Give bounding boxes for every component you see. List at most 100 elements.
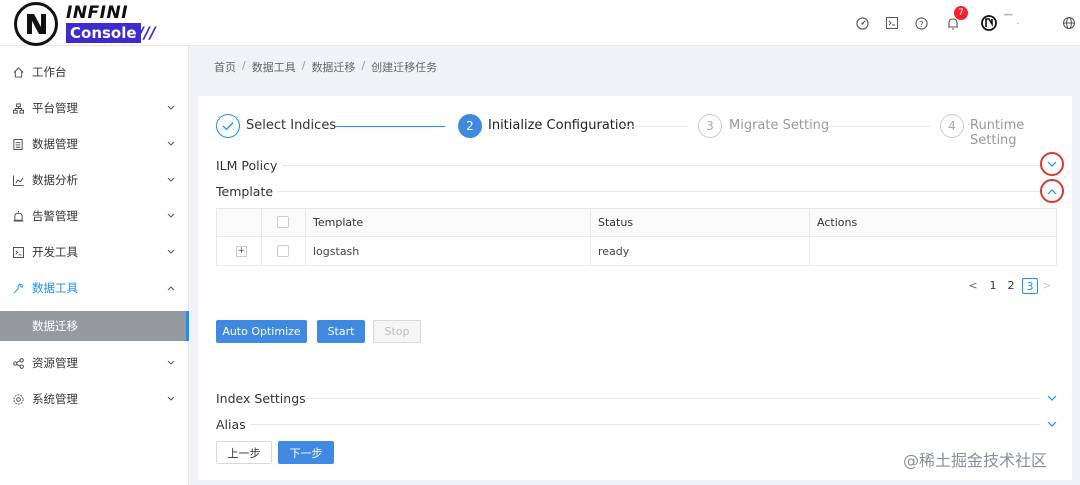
sidebar-item-label: 开发工具 xyxy=(32,245,78,259)
sidebar-item-platform[interactable]: 平台管理 xyxy=(0,90,189,126)
step-1-label: Select Indices xyxy=(246,118,337,133)
app-logo[interactable]: INFINI Console /// xyxy=(14,2,174,46)
breadcrumb-separator: / xyxy=(301,59,306,72)
sidebar-item-label: 资源管理 xyxy=(32,356,78,370)
row-expand-button[interactable]: + xyxy=(236,246,247,257)
chevron-down-icon xyxy=(166,103,176,113)
notification-badge: 7 xyxy=(954,6,968,20)
sidebar-item-data-tools[interactable]: 数据工具 xyxy=(0,270,189,306)
column-divider xyxy=(590,209,591,265)
step-2-number: 2 xyxy=(458,114,482,138)
dashboard-icon[interactable] xyxy=(855,16,869,30)
sidebar-item-label: 平台管理 xyxy=(32,101,78,115)
breadcrumb-current: 创建迁移任务 xyxy=(371,61,438,74)
home-icon xyxy=(12,66,24,78)
sidebar-item-label: 工作台 xyxy=(32,65,67,79)
user-logo-icon[interactable] xyxy=(980,14,998,32)
alias-divider xyxy=(250,424,1040,425)
migration-card: Select Indices 2 Initialize Configuratio… xyxy=(198,96,1072,480)
step-connector-2 xyxy=(622,126,688,127)
template-title[interactable]: Template xyxy=(216,184,273,199)
tool-icon xyxy=(12,282,24,294)
sidebar-item-system[interactable]: 系统管理 xyxy=(0,381,189,417)
prev-step-button[interactable]: 上一步 xyxy=(216,441,272,464)
chevron-down-icon[interactable] xyxy=(1045,417,1059,431)
logo-text-console: Console xyxy=(66,23,141,43)
cell-status: ready xyxy=(598,245,630,258)
column-header-status: Status xyxy=(598,216,634,229)
table-row: + logstash ready xyxy=(217,237,1056,265)
column-header-actions: Actions xyxy=(817,216,858,229)
template-divider xyxy=(278,191,1040,192)
pagination-page-1[interactable]: 1 xyxy=(988,278,998,294)
chevron-down-icon[interactable] xyxy=(1045,391,1059,405)
chevron-down-icon xyxy=(166,139,176,149)
pagination-next[interactable]: > xyxy=(1042,278,1052,294)
share-icon xyxy=(12,357,24,369)
column-divider xyxy=(305,209,306,265)
logo-mark-icon xyxy=(14,2,58,46)
ilm-divider xyxy=(282,165,1044,166)
breadcrumb-separator: / xyxy=(361,59,366,72)
breadcrumb-separator: / xyxy=(242,59,246,72)
column-divider xyxy=(261,209,262,265)
cluster-icon xyxy=(12,102,24,114)
table-header-row: Template Status Actions xyxy=(217,209,1056,237)
template-table: Template Status Actions + logstash ready xyxy=(216,208,1057,266)
select-all-checkbox[interactable] xyxy=(277,216,289,228)
next-step-button[interactable]: 下一步 xyxy=(278,441,334,464)
start-button[interactable]: Start xyxy=(317,320,365,343)
sidebar-item-dev-tools[interactable]: 开发工具 xyxy=(0,234,189,270)
alias-title[interactable]: Alias xyxy=(216,417,246,432)
step-connector-1 xyxy=(335,126,445,127)
database-icon xyxy=(12,138,24,150)
column-divider xyxy=(809,209,810,265)
step-1-check-icon xyxy=(216,114,240,138)
step-3-label: Migrate Setting xyxy=(729,118,830,133)
breadcrumb-data-tools[interactable]: 数据工具 xyxy=(252,59,296,75)
step-4-label: Runtime Setting xyxy=(970,118,1025,148)
auto-optimize-button[interactable]: Auto Optimize xyxy=(216,320,307,343)
sidebar-item-workbench[interactable]: 工作台 xyxy=(0,54,189,90)
globe-icon[interactable] xyxy=(1062,16,1076,30)
alarm-icon xyxy=(12,210,24,222)
chevron-up-icon xyxy=(166,283,176,293)
row-checkbox[interactable] xyxy=(277,245,289,257)
chart-icon xyxy=(12,174,24,186)
sidebar-item-resources[interactable]: 资源管理 xyxy=(0,345,189,381)
sidebar-subitem-data-migration[interactable]: 数据迁移 xyxy=(0,311,189,341)
help-icon[interactable]: ? xyxy=(914,16,928,30)
sidebar-item-data-analysis[interactable]: 数据分析 xyxy=(0,162,189,198)
index-settings-title[interactable]: Index Settings xyxy=(216,391,306,406)
settings-icon xyxy=(12,393,24,405)
logo-slashes: /// xyxy=(138,23,156,42)
pagination-page-3[interactable]: 3 xyxy=(1022,278,1038,294)
pagination-page-2[interactable]: 2 xyxy=(1006,278,1016,294)
breadcrumb-data-migration[interactable]: 数据迁移 xyxy=(311,59,355,75)
watermark: @稀土掘金技术社区 xyxy=(903,451,1048,470)
index-settings-divider xyxy=(306,398,1040,399)
breadcrumb-home[interactable]: 首页 xyxy=(214,59,236,75)
sidebar-item-data-management[interactable]: 数据管理 xyxy=(0,126,189,162)
code-icon xyxy=(12,246,24,258)
sidebar-item-alerts[interactable]: 告警管理 xyxy=(0,198,189,234)
chevron-down-icon xyxy=(166,358,176,368)
stop-button[interactable]: Stop xyxy=(373,320,421,343)
column-header-template: Template xyxy=(313,216,364,229)
logo-text-infini: INFINI xyxy=(66,3,129,23)
sidebar-item-label: 数据分析 xyxy=(32,173,78,187)
breadcrumb: 首页 / 数据工具 / 数据迁移 / 创建迁移任务 xyxy=(214,59,437,75)
chevron-down-icon[interactable] xyxy=(1045,157,1059,171)
pagination-prev[interactable]: < xyxy=(968,278,978,294)
user-name[interactable]: ▔ . xyxy=(1004,14,1044,28)
sidebar-subitem-label: 数据迁移 xyxy=(32,319,78,333)
terminal-icon[interactable] xyxy=(885,16,899,30)
chevron-down-icon xyxy=(166,175,176,185)
svg-text:?: ? xyxy=(919,18,923,28)
sidebar: 工作台 平台管理 数据管理 数据分析 告警管理 开发工具 数据工具 数据迁移 资… xyxy=(0,46,189,485)
chevron-up-icon[interactable] xyxy=(1045,184,1059,198)
sidebar-item-label: 系统管理 xyxy=(32,392,78,406)
sidebar-item-label: 数据工具 xyxy=(32,281,78,295)
sidebar-item-label: 数据管理 xyxy=(32,137,78,151)
ilm-policy-title[interactable]: ILM Policy xyxy=(216,158,277,173)
